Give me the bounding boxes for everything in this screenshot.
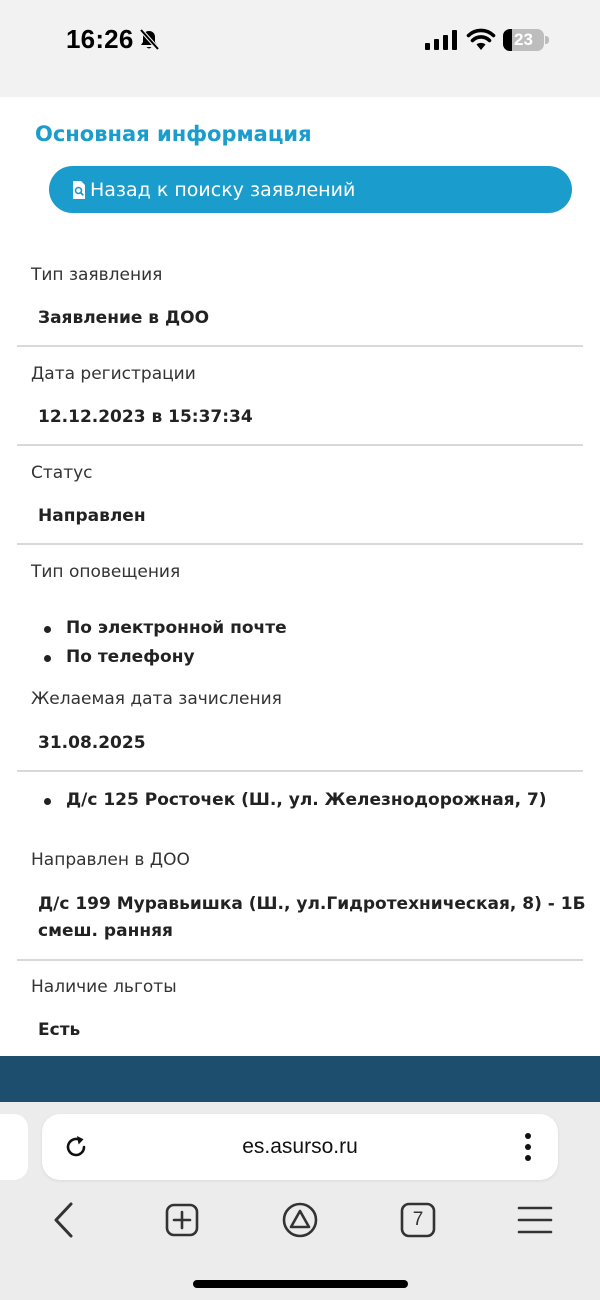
new-tab-icon[interactable] [160,1198,204,1242]
divider [17,543,583,545]
registration-date-label: Дата регистрации [31,364,196,384]
bell-muted-icon [139,28,160,51]
list-item: По электронной почте [42,614,287,643]
application-details: Основная информация Назад к поиску заявл… [0,97,600,1056]
benefit-value: Есть [38,1020,81,1040]
site-footer [0,1056,600,1102]
tabs-button[interactable]: 7 [396,1198,440,1242]
desired-enrollment-date-label: Желаемая дата зачисления [31,689,282,709]
home-indicator[interactable] [193,1280,408,1288]
directed-to-label: Направлен в ДОО [31,850,190,870]
back-to-search-button[interactable]: Назад к поиску заявлений [49,166,572,213]
menu-icon[interactable] [513,1198,557,1242]
notification-type-label: Тип оповещения [31,562,181,582]
more-options-icon[interactable] [524,1132,532,1162]
list-item: Д/с 125 Росточек (Ш., ул. Железнодорожна… [42,786,547,815]
status-bar: 16:26 23 [0,0,600,82]
document-search-icon [73,180,85,199]
battery-level: 23 [514,30,533,49]
section-title: Основная информация [35,122,312,146]
application-type-value: Заявление в ДОО [38,308,210,328]
application-type-label: Тип заявления [31,265,163,285]
back-button-label: Назад к поиску заявлений [90,178,356,201]
preferred-institutions-list: Д/с 125 Росточек (Ш., ул. Железнодорожна… [42,786,547,815]
divider [17,770,583,772]
directed-to-value-line1: Д/с 199 Муравьишка (Ш., ул.Гидротехничес… [38,894,586,914]
alice-assistant-icon[interactable] [278,1198,322,1242]
cellular-signal-icon [425,30,457,50]
list-item: По телефону [42,643,287,672]
previous-tab-preview[interactable] [0,1114,28,1180]
battery-indicator: 23 [503,29,549,51]
reload-icon[interactable] [62,1133,90,1161]
url-text[interactable]: es.asurso.ru [42,1114,558,1180]
divider [17,345,583,347]
address-bar[interactable]: es.asurso.ru [42,1114,558,1180]
divider [17,444,583,446]
directed-to-value-line2: смеш. ранняя [38,921,173,941]
status-time: 16:26 [66,24,134,54]
divider [17,959,583,961]
status-label: Статус [31,463,93,483]
tab-count: 7 [412,1209,424,1230]
back-arrow-icon[interactable] [42,1198,86,1242]
notification-type-list: По электронной почте По телефону [42,614,287,672]
registration-date-value: 12.12.2023 в 15:37:34 [38,407,253,427]
wifi-icon [466,28,496,50]
desired-enrollment-date-value: 31.08.2025 [38,733,146,753]
benefit-label: Наличие льготы [31,977,177,997]
status-value: Направлен [38,506,146,526]
